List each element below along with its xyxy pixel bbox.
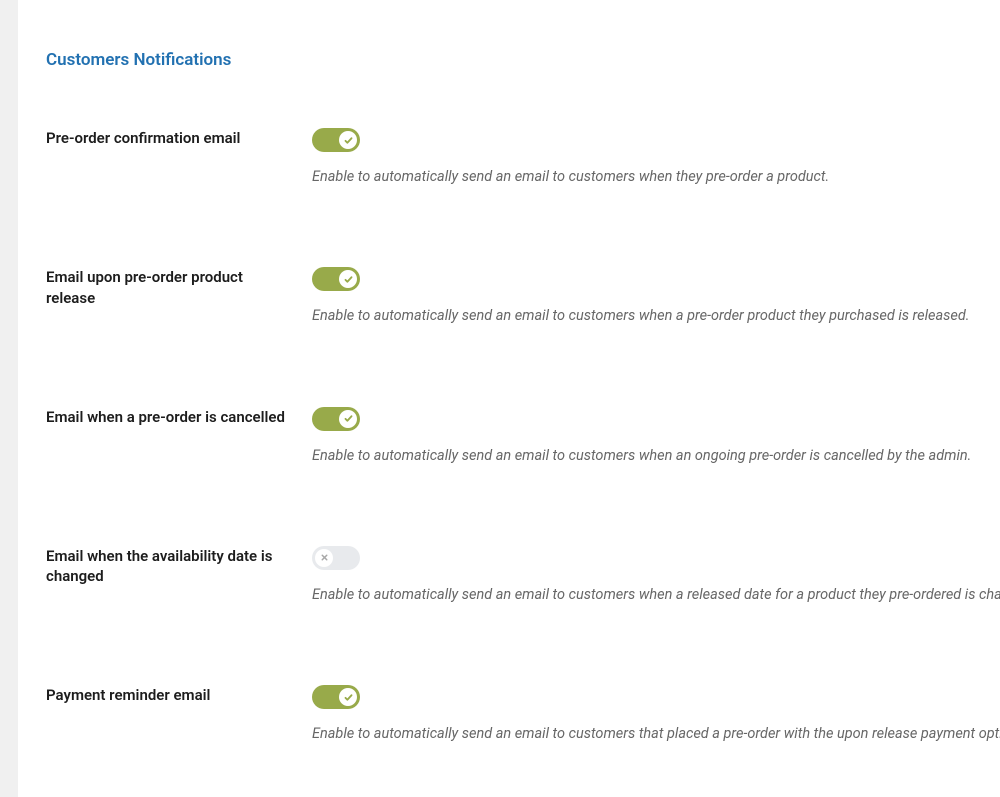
row-release-email: Email upon pre-order product release Ena… xyxy=(18,267,1000,326)
label-payment-reminder-email: Payment reminder email xyxy=(46,685,312,744)
check-icon xyxy=(344,414,353,423)
check-icon xyxy=(344,136,353,145)
section-title: Customers Notifications xyxy=(18,0,1000,70)
toggle-payment-reminder-email[interactable] xyxy=(312,685,360,709)
toggle-release-email[interactable] xyxy=(312,267,360,291)
check-icon xyxy=(344,275,353,284)
description-cancelled-email: Enable to automatically send an email to… xyxy=(312,446,1000,466)
form-table: Pre-order confirmation email Enable to a… xyxy=(18,128,1000,797)
check-icon xyxy=(344,693,353,702)
label-release-email: Email upon pre-order product release xyxy=(46,267,312,326)
control-release-email: Enable to automatically send an email to… xyxy=(312,267,1000,326)
control-cancelled-email: Enable to automatically send an email to… xyxy=(312,407,1000,466)
description-confirmation-email: Enable to automatically send an email to… xyxy=(312,167,1000,187)
description-payment-reminder-email: Enable to automatically send an email to… xyxy=(312,724,1000,744)
settings-panel: Customers Notifications Pre-order confir… xyxy=(18,0,1000,797)
label-availability-email: Email when the availability date is chan… xyxy=(46,546,312,605)
toggle-availability-email[interactable] xyxy=(312,546,360,570)
toggle-cancelled-email[interactable] xyxy=(312,407,360,431)
control-confirmation-email: Enable to automatically send an email to… xyxy=(312,128,1000,187)
description-release-email: Enable to automatically send an email to… xyxy=(312,306,1000,326)
toggle-confirmation-email[interactable] xyxy=(312,128,360,152)
control-payment-reminder-email: Enable to automatically send an email to… xyxy=(312,685,1000,744)
row-availability-email: Email when the availability date is chan… xyxy=(18,546,1000,605)
description-availability-email: Enable to automatically send an email to… xyxy=(312,585,1000,605)
label-cancelled-email: Email when a pre-order is cancelled xyxy=(46,407,312,466)
row-payment-reminder-email: Payment reminder email Enable to automat… xyxy=(18,685,1000,744)
toggle-knob xyxy=(339,131,357,149)
row-confirmation-email: Pre-order confirmation email Enable to a… xyxy=(18,128,1000,187)
toggle-knob xyxy=(339,410,357,428)
label-confirmation-email: Pre-order confirmation email xyxy=(46,128,312,187)
toggle-knob xyxy=(315,549,333,567)
close-icon xyxy=(320,553,329,562)
control-availability-email: Enable to automatically send an email to… xyxy=(312,546,1000,605)
row-cancelled-email: Email when a pre-order is cancelled Enab… xyxy=(18,407,1000,466)
